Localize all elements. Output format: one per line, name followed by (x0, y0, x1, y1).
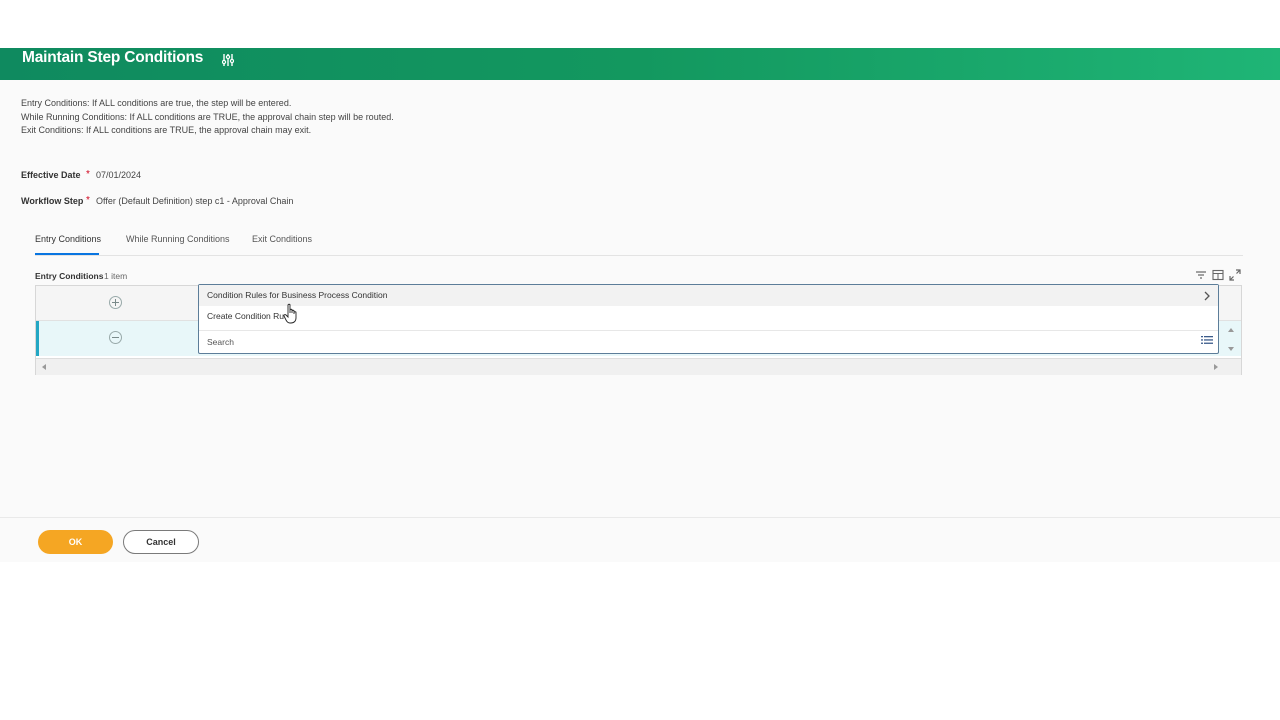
effective-date-value: 07/01/2024 (96, 170, 142, 180)
chevron-right-icon (1204, 291, 1210, 301)
scroll-right-icon[interactable] (1212, 363, 1220, 371)
effective-date-label: Effective Date (21, 170, 81, 180)
menu-item-condition-rules[interactable]: Condition Rules for Business Process Con… (199, 285, 1218, 306)
tab-entry-conditions[interactable]: Entry Conditions (35, 234, 101, 244)
scroll-down-icon[interactable] (1227, 345, 1235, 353)
expand-icon[interactable] (1229, 269, 1241, 281)
related-actions-sliders-icon[interactable] (222, 53, 234, 67)
condition-prompt-dropdown[interactable]: Condition Rules for Business Process Con… (198, 284, 1219, 354)
required-marker: * (86, 195, 90, 206)
required-marker: * (86, 169, 90, 180)
scroll-left-icon[interactable] (40, 363, 48, 371)
cancel-button[interactable]: Cancel (123, 530, 199, 554)
grid-title: Entry Conditions (35, 271, 104, 281)
page-title: Maintain Step Conditions (22, 49, 204, 66)
search-input[interactable]: Search (207, 337, 234, 347)
remove-row-icon[interactable] (109, 331, 122, 344)
filter-icon[interactable] (1195, 269, 1207, 281)
dropdown-divider (199, 330, 1218, 331)
ok-button[interactable]: OK (38, 530, 113, 554)
grid-item-count: 1 item (104, 271, 128, 281)
tab-exit-conditions[interactable]: Exit Conditions (252, 234, 312, 244)
tab-divider (35, 255, 1243, 256)
active-tab-indicator (35, 253, 99, 255)
column-chooser-icon[interactable] (1212, 269, 1224, 281)
exit-info-text: Exit Conditions: If ALL conditions are T… (21, 125, 312, 135)
list-icon[interactable] (1201, 335, 1213, 345)
footer-divider (0, 517, 1280, 518)
workflow-step-label: Workflow Step (21, 196, 84, 206)
running-info-text: While Running Conditions: If ALL conditi… (21, 112, 394, 122)
menu-item-create-condition-rule[interactable]: Create Condition Ru (199, 306, 1218, 327)
entry-info-text: Entry Conditions: If ALL conditions are … (21, 98, 292, 108)
scroll-up-icon[interactable] (1227, 326, 1235, 334)
menu-item-label: Condition Rules for Business Process Con… (207, 290, 388, 300)
add-row-icon[interactable] (109, 296, 122, 309)
menu-item-label: Create Condition Ru (207, 311, 285, 321)
horizontal-scrollbar[interactable] (36, 358, 1241, 375)
tab-while-running-conditions[interactable]: While Running Conditions (126, 234, 230, 244)
hand-cursor-icon (283, 303, 297, 324)
workflow-step-value: Offer (Default Definition) step c1 - App… (96, 196, 294, 206)
